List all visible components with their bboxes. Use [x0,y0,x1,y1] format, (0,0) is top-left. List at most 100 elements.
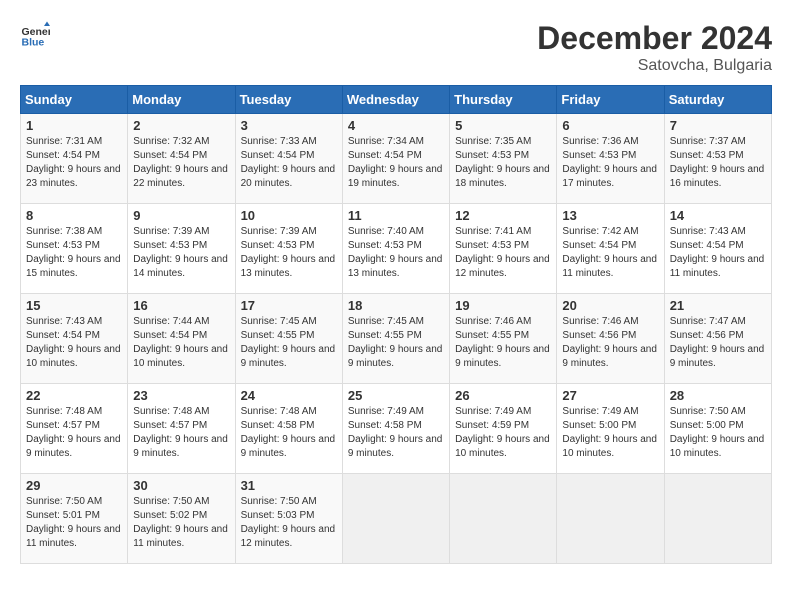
calendar-day-cell [557,474,664,564]
day-info: Sunrise: 7:50 AMSunset: 5:01 PMDaylight:… [26,495,122,551]
day-info: Sunrise: 7:48 AMSunset: 4:58 PMDaylight:… [241,405,337,461]
day-info: Sunrise: 7:50 AMSunset: 5:00 PMDaylight:… [670,405,766,461]
day-number: 6 [562,118,658,133]
month-title: December 2024 [537,20,772,57]
calendar-day-cell: 18Sunrise: 7:45 AMSunset: 4:55 PMDayligh… [342,294,449,384]
day-number: 5 [455,118,551,133]
calendar-day-cell: 24 Sunrise: 7:48 AMSunset: 4:58 PMDayligh… [235,384,342,474]
day-info: Sunrise: 7:49 AMSunset: 5:00 PMDaylight:… [562,405,658,461]
logo-icon: General Blue [20,20,50,50]
day-number: 11 [348,208,444,223]
calendar-day-cell: 8 Sunrise: 7:38 AMSunset: 4:53 PMDaylight… [21,204,128,294]
day-number: 22 [26,388,122,403]
day-number: 23 [133,388,229,403]
weekday-header-cell: Sunday [21,86,128,114]
day-number: 13 [562,208,658,223]
day-info: Sunrise: 7:31 AMSunset: 4:54 PMDaylight:… [26,135,122,191]
day-info: Sunrise: 7:45 AMSunset: 4:55 PMDaylight:… [241,315,337,371]
calendar-day-cell: 30 Sunrise: 7:50 AMSunset: 5:02 PMDayligh… [128,474,235,564]
calendar-day-cell: 16 Sunrise: 7:44 AMSunset: 4:54 PMDayligh… [128,294,235,384]
day-number: 27 [562,388,658,403]
calendar-day-cell: 6 Sunrise: 7:36 AMSunset: 4:53 PMDaylight… [557,114,664,204]
calendar-day-cell: 9Sunrise: 7:39 AMSunset: 4:53 PMDaylight… [128,204,235,294]
day-info: Sunrise: 7:34 AMSunset: 4:54 PMDaylight:… [348,135,444,191]
day-number: 24 [241,388,337,403]
logo: General Blue [20,20,50,50]
day-number: 21 [670,298,766,313]
day-number: 29 [26,478,122,493]
day-info: Sunrise: 7:38 AMSunset: 4:53 PMDaylight:… [26,225,122,281]
day-info: Sunrise: 7:46 AMSunset: 4:56 PMDaylight:… [562,315,658,371]
header: General Blue December 2024 Satovcha, Bul… [20,20,772,75]
calendar-day-cell: 17 Sunrise: 7:45 AMSunset: 4:55 PMDayligh… [235,294,342,384]
day-number: 7 [670,118,766,133]
calendar-day-cell: 23 Sunrise: 7:48 AMSunset: 4:57 PMDayligh… [128,384,235,474]
calendar-day-cell [450,474,557,564]
day-info: Sunrise: 7:36 AMSunset: 4:53 PMDaylight:… [562,135,658,191]
day-info: Sunrise: 7:47 AMSunset: 4:56 PMDaylight:… [670,315,766,371]
calendar-day-cell: 27 Sunrise: 7:49 AMSunset: 5:00 PMDayligh… [557,384,664,474]
title-area: December 2024 Satovcha, Bulgaria [537,20,772,75]
calendar-day-cell: 2 Sunrise: 7:32 AMSunset: 4:54 PMDaylight… [128,114,235,204]
day-number: 28 [670,388,766,403]
weekday-header-cell: Monday [128,86,235,114]
weekday-header-cell: Tuesday [235,86,342,114]
day-info: Sunrise: 7:39 AMSunset: 4:53 PMDaylight:… [241,225,337,281]
calendar-day-cell: 11 Sunrise: 7:40 AMSunset: 4:53 PMDayligh… [342,204,449,294]
day-number: 25 [348,388,444,403]
calendar-week-row: 8 Sunrise: 7:38 AMSunset: 4:53 PMDaylight… [21,204,772,294]
calendar-header-row: SundayMondayTuesdayWednesdayThursdayFrid… [21,86,772,114]
day-info: Sunrise: 7:46 AMSunset: 4:55 PMDaylight:… [455,315,551,371]
calendar-day-cell: 5 Sunrise: 7:35 AMSunset: 4:53 PMDaylight… [450,114,557,204]
location-title: Satovcha, Bulgaria [537,57,772,75]
day-info: Sunrise: 7:50 AMSunset: 5:02 PMDaylight:… [133,495,229,551]
day-info: Sunrise: 7:43 AMSunset: 4:54 PMDaylight:… [670,225,766,281]
day-info: Sunrise: 7:45 AMSunset: 4:55 PMDaylight:… [348,315,444,371]
day-number: 16 [133,298,229,313]
day-info: Sunrise: 7:41 AMSunset: 4:53 PMDaylight:… [455,225,551,281]
day-number: 2 [133,118,229,133]
calendar-day-cell: 19 Sunrise: 7:46 AMSunset: 4:55 PMDayligh… [450,294,557,384]
day-number: 10 [241,208,337,223]
calendar-day-cell: 7 Sunrise: 7:37 AMSunset: 4:53 PMDaylight… [664,114,771,204]
day-number: 9 [133,208,229,223]
calendar-day-cell [664,474,771,564]
day-number: 15 [26,298,122,313]
day-info: Sunrise: 7:44 AMSunset: 4:54 PMDaylight:… [133,315,229,371]
calendar-day-cell: 20 Sunrise: 7:46 AMSunset: 4:56 PMDayligh… [557,294,664,384]
day-number: 17 [241,298,337,313]
calendar-day-cell: 25Sunrise: 7:49 AMSunset: 4:58 PMDayligh… [342,384,449,474]
calendar-table: SundayMondayTuesdayWednesdayThursdayFrid… [20,85,772,564]
calendar-day-cell: 12 Sunrise: 7:41 AMSunset: 4:53 PMDayligh… [450,204,557,294]
day-info: Sunrise: 7:49 AMSunset: 4:59 PMDaylight:… [455,405,551,461]
calendar-body: 1Sunrise: 7:31 AMSunset: 4:54 PMDaylight… [21,114,772,564]
day-info: Sunrise: 7:40 AMSunset: 4:53 PMDaylight:… [348,225,444,281]
day-info: Sunrise: 7:48 AMSunset: 4:57 PMDaylight:… [133,405,229,461]
weekday-header-cell: Wednesday [342,86,449,114]
calendar-day-cell [342,474,449,564]
day-number: 3 [241,118,337,133]
weekday-header-cell: Friday [557,86,664,114]
day-info: Sunrise: 7:35 AMSunset: 4:53 PMDaylight:… [455,135,551,191]
day-info: Sunrise: 7:48 AMSunset: 4:57 PMDaylight:… [26,405,122,461]
day-number: 19 [455,298,551,313]
calendar-week-row: 29 Sunrise: 7:50 AMSunset: 5:01 PMDayligh… [21,474,772,564]
calendar-week-row: 1Sunrise: 7:31 AMSunset: 4:54 PMDaylight… [21,114,772,204]
day-number: 26 [455,388,551,403]
day-number: 20 [562,298,658,313]
day-number: 8 [26,208,122,223]
weekday-header-cell: Thursday [450,86,557,114]
day-number: 30 [133,478,229,493]
day-number: 12 [455,208,551,223]
calendar-day-cell: 3 Sunrise: 7:33 AMSunset: 4:54 PMDaylight… [235,114,342,204]
day-info: Sunrise: 7:42 AMSunset: 4:54 PMDaylight:… [562,225,658,281]
calendar-day-cell: 13 Sunrise: 7:42 AMSunset: 4:54 PMDayligh… [557,204,664,294]
day-number: 31 [241,478,337,493]
calendar-week-row: 15Sunrise: 7:43 AMSunset: 4:54 PMDayligh… [21,294,772,384]
day-info: Sunrise: 7:37 AMSunset: 4:53 PMDaylight:… [670,135,766,191]
day-info: Sunrise: 7:32 AMSunset: 4:54 PMDaylight:… [133,135,229,191]
calendar-day-cell: 22 Sunrise: 7:48 AMSunset: 4:57 PMDayligh… [21,384,128,474]
day-info: Sunrise: 7:33 AMSunset: 4:54 PMDaylight:… [241,135,337,191]
calendar-day-cell: 26 Sunrise: 7:49 AMSunset: 4:59 PMDayligh… [450,384,557,474]
calendar-week-row: 22 Sunrise: 7:48 AMSunset: 4:57 PMDayligh… [21,384,772,474]
